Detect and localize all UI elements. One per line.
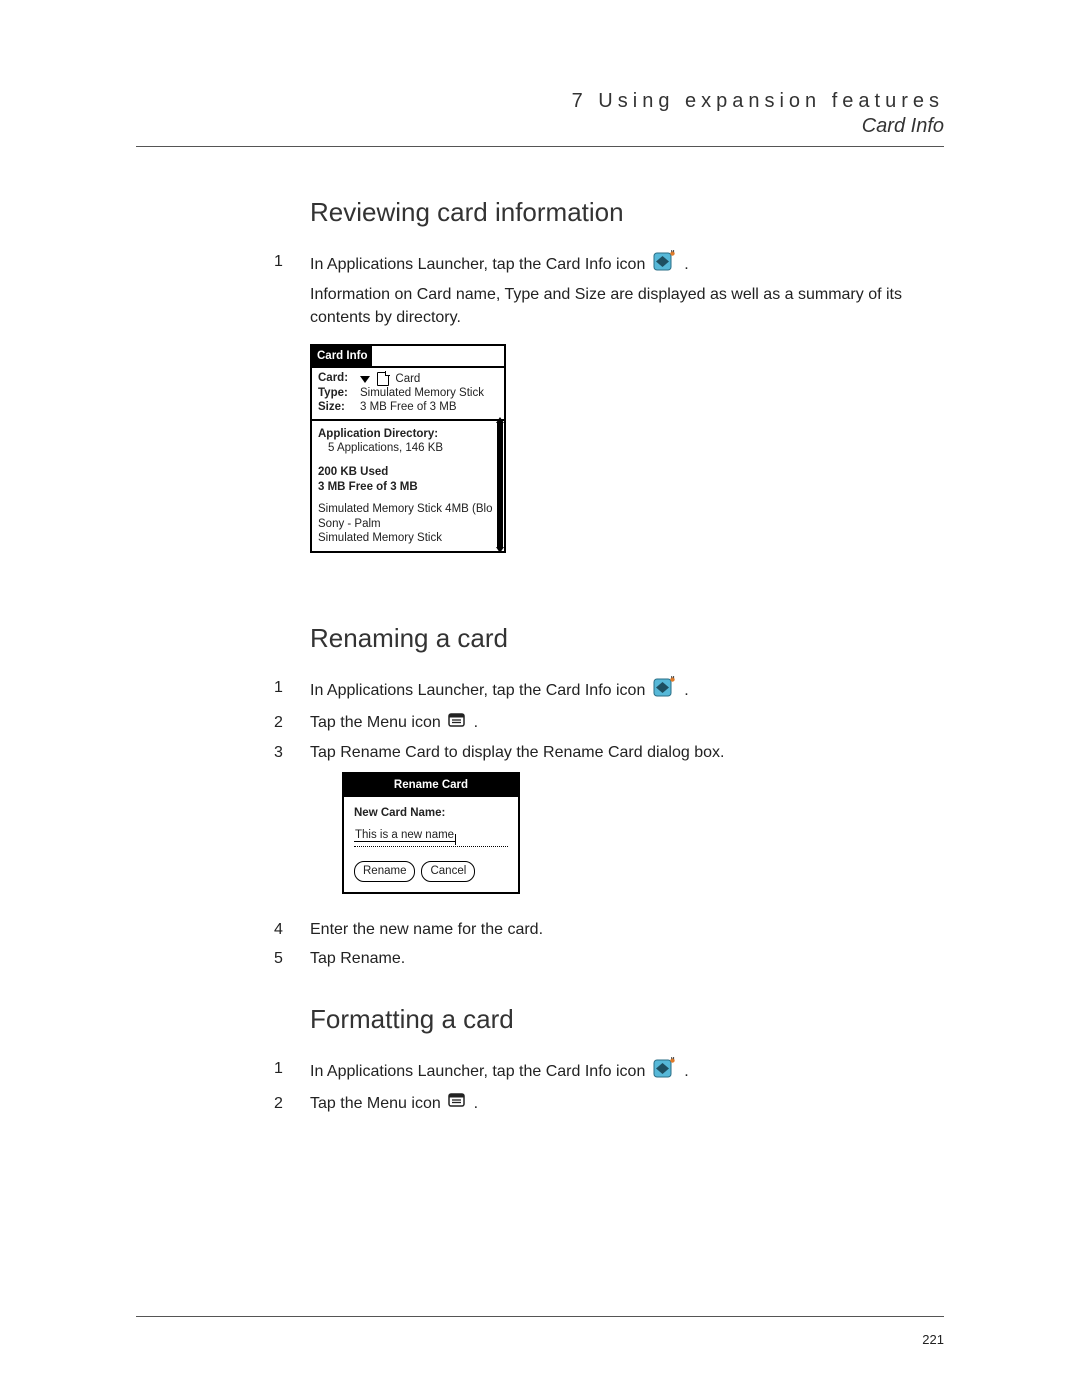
manual-page: 7 Using expansion features Card Info Rev… xyxy=(0,0,1080,1397)
step-number: 1 xyxy=(274,676,310,705)
step-number: 2 xyxy=(274,711,310,734)
value-size: 3 MB Free of 3 MB xyxy=(360,401,498,415)
rename-card-screenshot: Rename Card New Card Name: This is a new… xyxy=(342,772,520,894)
step: 1 In Applications Launcher, tap the Card… xyxy=(310,676,944,705)
heading-renaming: Renaming a card xyxy=(310,623,944,654)
card-info-summary: Card: Card Type: Simulated Memory Stick xyxy=(312,368,504,420)
step: 2 Tap the Menu icon . xyxy=(310,711,944,734)
step-text: Tap the Menu icon xyxy=(310,1095,445,1112)
step-number: 1 xyxy=(274,250,310,589)
text-cursor xyxy=(455,834,456,845)
chapter-title: 7 Using expansion features xyxy=(136,90,944,113)
new-card-name-label: New Card Name: xyxy=(354,805,508,822)
step-text: Tap the Menu icon xyxy=(310,714,445,731)
appdir-label: Application Directory: xyxy=(318,427,494,441)
step-text: Enter the new name for the card. xyxy=(310,918,944,941)
step-text: Tap Rename Card to display the Rename Ca… xyxy=(310,744,724,761)
step-number: 3 xyxy=(274,741,310,912)
step: 3 Tap Rename Card to display the Rename … xyxy=(310,741,944,912)
step-text: In Applications Launcher, tap the Card I… xyxy=(310,1063,650,1080)
steps-reviewing: 1 In Applications Launcher, tap the Card… xyxy=(310,250,944,589)
page-header: 7 Using expansion features Card Info xyxy=(136,90,944,138)
dropdown-icon xyxy=(360,376,370,383)
free-line: 3 MB Free of 3 MB xyxy=(318,480,494,494)
heading-reviewing: Reviewing card information xyxy=(310,197,944,228)
card-info-body: Application Directory: 5 Applications, 1… xyxy=(312,421,504,552)
header-rule xyxy=(136,146,944,147)
step-number: 2 xyxy=(274,1092,310,1115)
card-info-icon xyxy=(653,676,677,705)
step-number: 4 xyxy=(274,918,310,941)
sd-card-icon xyxy=(377,372,389,386)
card-info-icon xyxy=(653,250,677,279)
page-number: 221 xyxy=(922,1332,944,1347)
dialog-title: Rename Card xyxy=(344,774,518,797)
menu-icon xyxy=(448,1092,466,1115)
steps-renaming: 1 In Applications Launcher, tap the Card… xyxy=(310,676,944,970)
step-text-end: . xyxy=(474,1095,478,1112)
label-size: Size: xyxy=(318,401,354,415)
new-card-name-field: This is a new name xyxy=(354,827,508,847)
section-title: Card Info xyxy=(136,115,944,138)
step-text-end: . xyxy=(474,714,478,731)
step-description: Information on Card name, Type and Size … xyxy=(310,283,944,329)
used-line: 200 KB Used xyxy=(318,465,494,479)
heading-formatting: Formatting a card xyxy=(310,1004,944,1035)
card-info-icon xyxy=(653,1057,677,1086)
value-card: Card xyxy=(395,373,420,385)
step: 1 In Applications Launcher, tap the Card… xyxy=(310,1057,944,1086)
step: 5 Tap Rename. xyxy=(310,947,944,970)
screenshot-title: Card Info xyxy=(312,346,372,367)
appdir-value: 5 Applications, 146 KB xyxy=(318,441,494,455)
detail-line-2: Sony - Palm xyxy=(318,517,494,531)
step: 1 In Applications Launcher, tap the Card… xyxy=(310,250,944,589)
step: 4 Enter the new name for the card. xyxy=(310,918,944,941)
step-text: In Applications Launcher, tap the Card I… xyxy=(310,682,650,699)
step-text-end: . xyxy=(684,1063,688,1080)
detail-line-1: Simulated Memory Stick 4MB (Blo xyxy=(318,502,494,516)
detail-line-3: Simulated Memory Stick xyxy=(318,531,494,545)
cancel-button: Cancel xyxy=(421,861,475,882)
new-card-name-value: This is a new name xyxy=(354,829,455,842)
step-text-end: . xyxy=(684,682,688,699)
footer-rule xyxy=(136,1316,944,1317)
step-text-end: . xyxy=(684,256,688,273)
step-number: 1 xyxy=(274,1057,310,1086)
steps-formatting: 1 In Applications Launcher, tap the Card… xyxy=(310,1057,944,1116)
scrollbar xyxy=(497,423,503,548)
card-info-screenshot: Card Info Card: Card xyxy=(310,344,506,554)
label-card: Card: xyxy=(318,372,354,387)
value-type: Simulated Memory Stick xyxy=(360,387,498,401)
rename-button: Rename xyxy=(354,861,415,882)
step-number: 5 xyxy=(274,947,310,970)
page-content: Reviewing card information 1 In Applicat… xyxy=(310,197,944,1116)
step-text: In Applications Launcher, tap the Card I… xyxy=(310,256,650,273)
label-type: Type: xyxy=(318,387,354,401)
menu-icon xyxy=(448,712,466,735)
step: 2 Tap the Menu icon . xyxy=(310,1092,944,1115)
step-text: Tap Rename. xyxy=(310,947,944,970)
